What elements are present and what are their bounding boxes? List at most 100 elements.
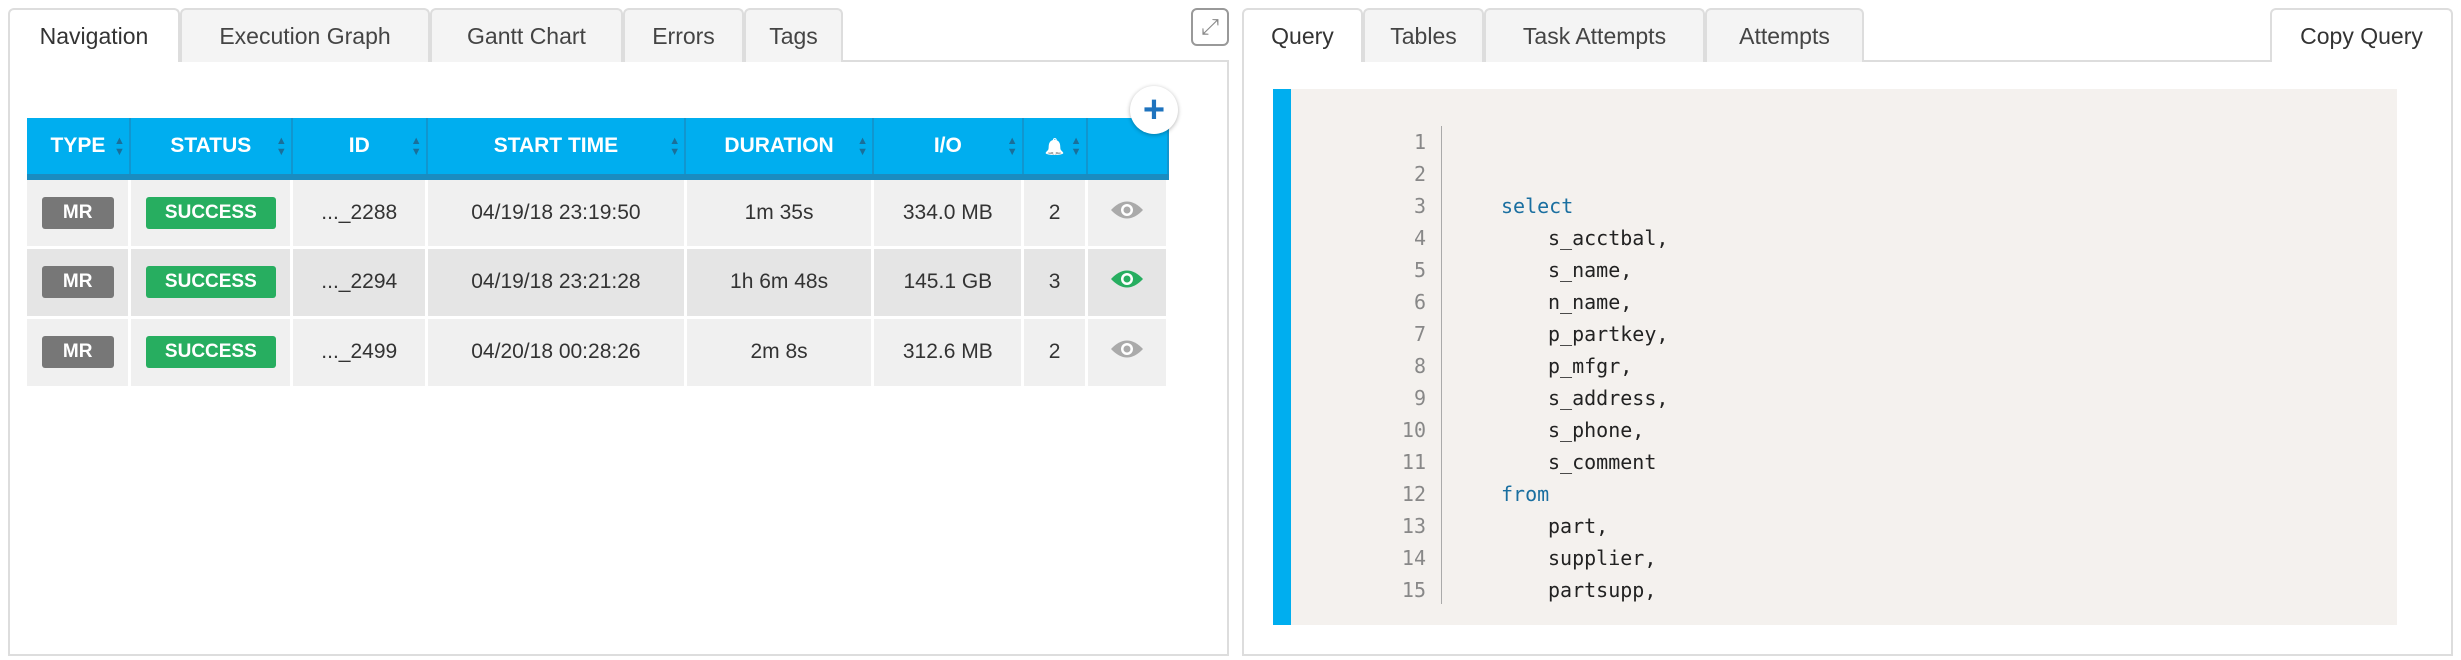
sort-icon[interactable]: ▲ ▼ xyxy=(114,136,125,158)
tab-attempts[interactable]: Attempts xyxy=(1705,8,1864,62)
bell-icon: 🔔 xyxy=(1044,139,1065,156)
type-badge: MR xyxy=(41,266,114,298)
line-number: 4 xyxy=(1413,226,1426,250)
column-label: DURATION xyxy=(724,134,834,157)
query-code-block: 1 2 3 select 4 s_acctbal, 5 s_name, 6 n_name, 7 p_p… xyxy=(1273,89,2397,625)
eye-icon[interactable] xyxy=(1110,201,1144,226)
start-time-cell: 04/20/18 00:28:26 xyxy=(426,317,687,389)
code-line: 1 xyxy=(1291,126,2397,158)
status-badge: SUCCESS xyxy=(145,336,276,368)
column-header-id[interactable]: ID ▲ ▼ xyxy=(291,118,428,180)
type-badge: MR xyxy=(41,336,114,368)
code-text: s_comment xyxy=(1548,450,1657,474)
eye-icon[interactable] xyxy=(1110,270,1144,295)
sort-icon[interactable]: ▲ ▼ xyxy=(276,136,287,158)
io-cell: 312.6 MB xyxy=(872,317,1025,389)
column-header-alerts[interactable]: 🔔 ▲ ▼ xyxy=(1022,118,1088,180)
code-line: 5 s_name, xyxy=(1291,254,2397,286)
table-row[interactable]: MR SUCCESS ..._2288 04/19/18 23:19:50 1m 35s… xyxy=(27,177,1169,249)
eye-icon[interactable] xyxy=(1110,340,1144,365)
sort-icon[interactable]: ▲ ▼ xyxy=(1071,136,1082,158)
code-text: p_partkey, xyxy=(1548,322,1669,346)
duration-cell: 1h 6m 48s xyxy=(685,247,875,319)
line-number: 5 xyxy=(1413,258,1426,282)
code-line: 9 s_address, xyxy=(1291,382,2397,414)
code-text: part, xyxy=(1548,514,1609,538)
line-number: 9 xyxy=(1413,386,1426,410)
sort-icon[interactable]: ▲ ▼ xyxy=(411,136,422,158)
code-line: 10 s_phone, xyxy=(1291,414,2397,446)
line-number: 11 xyxy=(1401,450,1426,474)
code-line: 4 s_acctbal, xyxy=(1291,222,2397,254)
tab-tables[interactable]: Tables xyxy=(1363,8,1484,62)
status-badge: SUCCESS xyxy=(145,196,276,229)
sort-icon[interactable]: ▲ ▼ xyxy=(1007,136,1018,158)
start-time-cell: 04/19/18 23:19:50 xyxy=(426,177,687,249)
type-cell: MR xyxy=(27,317,132,389)
alerts-cell: 2 xyxy=(1022,317,1089,389)
code-text: n_name, xyxy=(1548,290,1633,314)
status-badge: SUCCESS xyxy=(145,266,276,298)
start-time-cell: 04/19/18 23:21:28 xyxy=(426,247,687,319)
column-header-duration[interactable]: DURATION ▲ ▼ xyxy=(685,118,874,180)
alerts-cell: 3 xyxy=(1022,247,1089,319)
view-cell xyxy=(1086,317,1169,389)
io-cell: 145.1 GB xyxy=(872,247,1025,319)
expand-icon[interactable]: ⤢ xyxy=(1191,8,1229,46)
column-header-type[interactable]: TYPE ▲ ▼ xyxy=(27,118,131,180)
line-number: 1 xyxy=(1413,130,1426,154)
duration-cell: 1m 35s xyxy=(685,177,875,249)
duration-cell: 2m 8s xyxy=(685,317,875,389)
code-text: partsupp, xyxy=(1548,578,1657,602)
code-line: 3 select xyxy=(1291,190,2397,222)
tab-execution-graph[interactable]: Execution Graph xyxy=(180,8,430,62)
tab-task-attempts[interactable]: Task Attempts xyxy=(1484,8,1705,62)
code-line: 6 n_name, xyxy=(1291,286,2397,318)
table-row[interactable]: MR SUCCESS ..._2499 04/20/18 00:28:26 2m 8s 3… xyxy=(27,317,1169,389)
code-text: select xyxy=(1501,194,1574,218)
code-line: 14 supplier, xyxy=(1291,542,2397,574)
code-line: 11 s_comment xyxy=(1291,446,2397,478)
view-cell xyxy=(1086,177,1169,249)
line-number: 7 xyxy=(1413,322,1426,346)
line-number: 13 xyxy=(1401,514,1426,538)
tab-query[interactable]: Query xyxy=(1242,8,1363,62)
tab-tags[interactable]: Tags xyxy=(744,8,843,62)
code-text: s_phone, xyxy=(1548,418,1645,442)
line-number: 8 xyxy=(1413,354,1426,378)
column-header-io[interactable]: I/O ▲ ▼ xyxy=(872,118,1024,180)
tab-gantt-chart[interactable]: Gantt Chart xyxy=(430,8,623,62)
code-text: s_address, xyxy=(1548,386,1669,410)
id-cell: ..._2294 xyxy=(291,247,429,319)
status-cell: SUCCESS xyxy=(129,177,294,249)
column-label: TYPE xyxy=(50,134,106,157)
tab-errors[interactable]: Errors xyxy=(623,8,744,62)
status-cell: SUCCESS xyxy=(129,317,294,389)
line-number: 6 xyxy=(1413,290,1426,314)
line-number: 14 xyxy=(1401,546,1426,570)
code-line: 15 partsupp, xyxy=(1291,574,2397,604)
code-text: s_name, xyxy=(1548,258,1633,282)
code-line: 12 from xyxy=(1291,478,2397,510)
code-line: 7 p_partkey, xyxy=(1291,318,2397,350)
sort-icon[interactable]: ▲ ▼ xyxy=(669,136,680,158)
code-text: s_acctbal, xyxy=(1548,226,1669,250)
column-header-status[interactable]: STATUS ▲ ▼ xyxy=(129,118,293,180)
code-line: 8 p_mfgr, xyxy=(1291,350,2397,382)
type-badge: MR xyxy=(41,196,114,229)
sort-icon[interactable]: ▲ ▼ xyxy=(857,136,868,158)
view-cell xyxy=(1086,247,1169,319)
line-number: 3 xyxy=(1413,194,1426,218)
line-number: 10 xyxy=(1401,418,1426,442)
type-cell: MR xyxy=(27,177,132,249)
column-header-starttime[interactable]: START TIME ▲ ▼ xyxy=(426,118,687,180)
copy-query-button[interactable]: Copy Query xyxy=(2270,8,2453,62)
id-cell: ..._2288 xyxy=(291,177,429,249)
table-row[interactable]: MR SUCCESS ..._2294 04/19/18 23:21:28 1h 6m … xyxy=(27,247,1169,319)
add-column-button[interactable]: + xyxy=(1130,86,1178,134)
line-number: 12 xyxy=(1401,482,1426,506)
tab-navigation[interactable]: Navigation xyxy=(8,8,180,62)
line-number: 15 xyxy=(1401,578,1426,602)
code-text: supplier, xyxy=(1548,546,1657,570)
column-label: STATUS xyxy=(170,134,252,157)
